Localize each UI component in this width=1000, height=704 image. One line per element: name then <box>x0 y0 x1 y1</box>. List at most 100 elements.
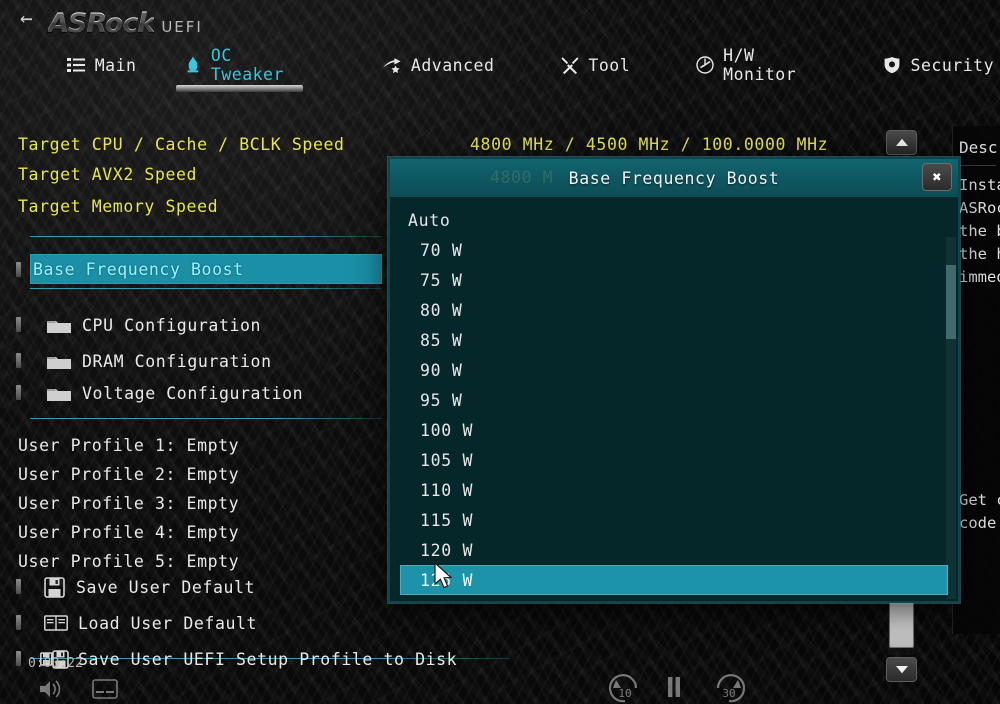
info-row-cpu-cache-bclk: Target CPU / Cache / BCLK Speed <box>18 130 345 158</box>
option-label: 120 W <box>420 540 474 560</box>
menu-item-label: Voltage Configuration <box>82 383 304 403</box>
rewind-10-icon[interactable]: 10 <box>608 672 642 704</box>
info-label: Target AVX2 Speed <box>18 164 198 184</box>
option-75w[interactable]: 75 W <box>400 265 948 295</box>
row-marker <box>16 262 21 277</box>
forward-30-icon[interactable]: 30 <box>712 672 746 704</box>
subtitles-icon[interactable] <box>92 679 118 699</box>
description-line: the b <box>959 222 1000 240</box>
option-label: 90 W <box>420 360 463 380</box>
user-profile-label: User Profile 3: Empty <box>18 493 240 513</box>
forward-amount-label: 30 <box>722 687 735 700</box>
tab-hw-monitor-label: H/W Monitor <box>723 46 797 84</box>
folder-icon <box>47 320 71 333</box>
menu-item-save-profile-to-disk[interactable]: Save User UEFI Setup Profile to Disk <box>40 645 457 673</box>
row-marker <box>16 579 21 594</box>
star-icon <box>383 56 402 75</box>
tab-advanced[interactable]: Advanced <box>377 42 500 88</box>
tab-main-label: Main <box>94 55 137 75</box>
rewind-amount-label: 10 <box>618 687 631 700</box>
section-divider <box>30 236 382 237</box>
menu-item-load-user-default[interactable]: Load User Default <box>44 609 257 637</box>
option-115w[interactable]: 115 W <box>400 505 948 535</box>
tab-oc-tweaker-label: OC Tweaker <box>210 46 284 84</box>
option-label: Auto <box>408 210 451 230</box>
option-100w[interactable]: 100 W <box>400 415 948 445</box>
menu-item-save-user-default[interactable]: Save User Default <box>44 573 255 601</box>
header: ← ASRock UEFI Main OC Tweaker Advanced T… <box>0 0 1000 92</box>
dialog-option-list[interactable]: Auto 70 W 75 W 80 W 85 W 90 W 95 W 100 W <box>390 197 958 603</box>
base-frequency-boost-dialog: 4800 M Base Frequency Boost ✖ Auto 70 W … <box>388 157 960 603</box>
list-item-user-profile-3[interactable]: User Profile 3: Empty <box>18 489 239 517</box>
description-footer-line: code <box>959 514 997 532</box>
user-profile-label: User Profile 1: Empty <box>18 435 240 455</box>
option-85w[interactable]: 85 W <box>400 325 948 355</box>
option-90w[interactable]: 90 W <box>400 355 948 385</box>
info-row-avx2: Target AVX2 Speed <box>18 160 197 188</box>
option-105w[interactable]: 105 W <box>400 445 948 475</box>
list-item-user-profile-5[interactable]: User Profile 5: Empty <box>18 547 239 575</box>
setting-base-frequency-boost[interactable]: Base Frequency Boost <box>30 254 382 284</box>
list-item-user-profile-1[interactable]: User Profile 1: Empty <box>18 431 239 459</box>
list-item-user-profile-4[interactable]: User Profile 4: Empty <box>18 518 239 546</box>
tab-security[interactable]: Security <box>877 42 1000 88</box>
list-icon <box>67 56 86 75</box>
info-label: Target Memory Speed <box>18 196 219 216</box>
option-80w[interactable]: 80 W <box>400 295 948 325</box>
book-icon <box>44 615 68 631</box>
close-icon[interactable]: ✖ <box>922 163 952 191</box>
menu-item-dram-configuration[interactable]: DRAM Configuration <box>46 347 272 375</box>
gauge-icon <box>696 56 714 75</box>
tab-tool[interactable]: Tool <box>554 42 636 88</box>
description-line: the h <box>959 245 1000 263</box>
dialog-scrollbar-thumb[interactable] <box>946 265 956 339</box>
description-line: ASRoc <box>959 199 1000 217</box>
option-110w[interactable]: 110 W <box>400 475 948 505</box>
scroll-up-arrow-icon[interactable] <box>886 130 917 155</box>
option-125w[interactable]: 125 W <box>400 565 948 595</box>
option-label: 70 W <box>420 240 463 260</box>
description-footer-line: Get c <box>959 491 1000 509</box>
option-auto[interactable]: Auto <box>400 205 948 235</box>
description-title: Description <box>959 138 1000 157</box>
setting-label: Base Frequency Boost <box>33 259 244 279</box>
option-label: 105 W <box>420 450 474 470</box>
tab-main[interactable]: Main <box>61 42 143 88</box>
section-divider <box>30 288 382 289</box>
menu-item-cpu-configuration[interactable]: CPU Configuration <box>46 311 261 339</box>
dialog-title-bar: 4800 M Base Frequency Boost ✖ <box>390 159 958 197</box>
option-label: 75 W <box>420 270 463 290</box>
list-item-user-profile-2[interactable]: User Profile 2: Empty <box>18 460 239 488</box>
option-95w[interactable]: 95 W <box>400 385 948 415</box>
dialog-scrollbar[interactable] <box>946 237 956 599</box>
folder-icon <box>47 356 71 369</box>
main-navigation: Main OC Tweaker Advanced Tool H/W Monito… <box>0 42 1000 92</box>
wrench-icon <box>560 56 579 75</box>
menu-item-label: Save User Default <box>76 577 256 597</box>
info-row-memory: Target Memory Speed <box>18 192 218 220</box>
pause-icon[interactable] <box>665 676 683 700</box>
mouse-cursor <box>434 562 453 589</box>
tab-hw-monitor[interactable]: H/W Monitor <box>690 42 822 88</box>
row-marker <box>16 615 21 630</box>
row-marker <box>16 353 21 368</box>
back-arrow-icon[interactable]: ← <box>20 8 33 29</box>
info-value-cpu-cache-bclk: 4800 MHz / 4500 MHz / 100.0000 MHz <box>470 130 828 158</box>
menu-item-label: CPU Configuration <box>82 315 262 335</box>
option-70w[interactable]: 70 W <box>400 235 948 265</box>
description-line: immed <box>959 268 1000 286</box>
tab-security-label: Security <box>910 55 995 75</box>
option-120w[interactable]: 120 W <box>400 535 948 565</box>
menu-item-voltage-configuration[interactable]: Voltage Configuration <box>46 379 303 407</box>
row-marker <box>16 651 21 666</box>
menu-item-label: Save User UEFI Setup Profile to Disk <box>78 649 458 669</box>
option-label: 95 W <box>420 390 463 410</box>
player-controls: 10 30 <box>0 674 1000 704</box>
user-profile-label: User Profile 4: Empty <box>18 522 240 542</box>
row-marker <box>16 385 21 400</box>
volume-icon[interactable] <box>38 678 64 700</box>
option-label: 115 W <box>420 510 474 530</box>
uefi-bios-screen: ← ASRock UEFI Main OC Tweaker Advanced T… <box>0 0 1000 704</box>
info-label: Target CPU / Cache / BCLK Speed <box>18 134 345 154</box>
tab-oc-tweaker[interactable]: OC Tweaker <box>175 42 304 92</box>
